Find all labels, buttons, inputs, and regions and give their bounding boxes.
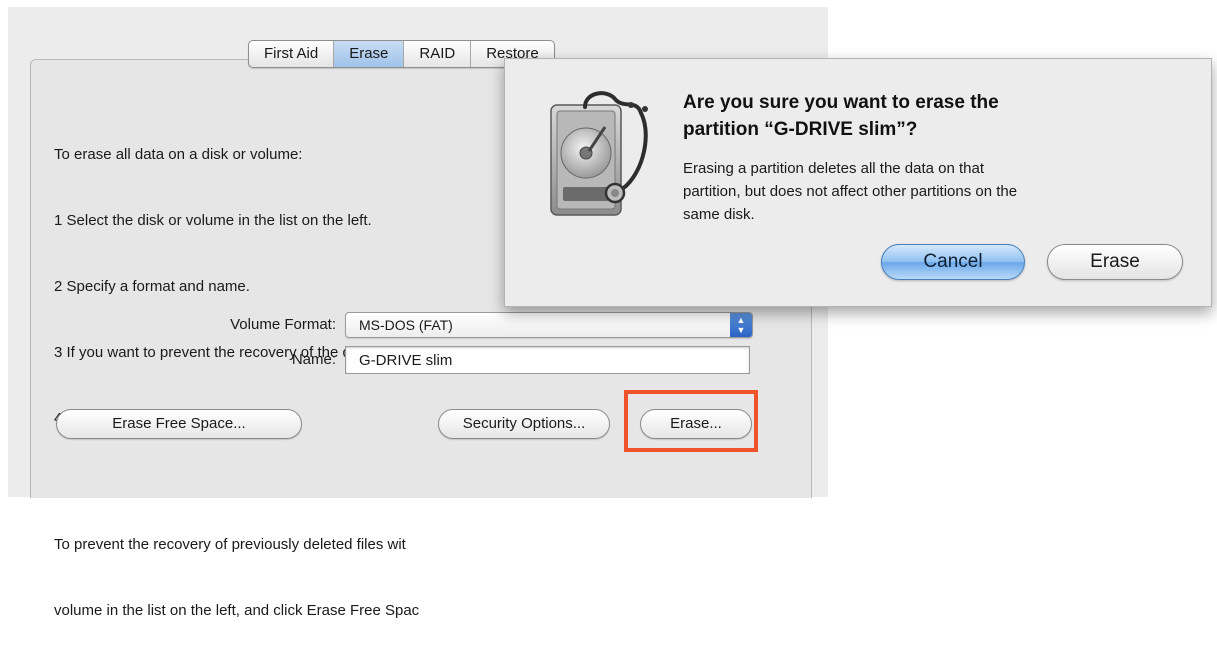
volume-format-select[interactable]: MS-DOS (FAT) ▲ ▼ (345, 312, 753, 338)
alert-message-line: Erasing a partition deletes all the data… (683, 160, 985, 177)
alert-message-line: partition, but does not affect other par… (683, 183, 1018, 200)
name-field[interactable]: G-DRIVE slim (345, 346, 750, 374)
instruction-line: To prevent the recovery of previously de… (54, 536, 406, 553)
alert-title-line: Are you sure you want to erase the (683, 92, 999, 113)
confirm-erase-button[interactable]: Erase (1047, 244, 1183, 280)
tab-raid[interactable]: RAID (404, 41, 472, 67)
instruction-line: 1 Select the disk or volume in the list … (54, 212, 372, 229)
volume-format-value: MS-DOS (FAT) (359, 317, 453, 333)
instruction-line: To erase all data on a disk or volume: (54, 146, 303, 163)
erase-free-space-button[interactable]: Erase Free Space... (56, 409, 302, 439)
name-label: Name: (291, 351, 336, 368)
volume-format-label: Volume Format: (230, 316, 336, 333)
erase-button-highlight (624, 390, 758, 452)
security-options-button[interactable]: Security Options... (438, 409, 610, 439)
cancel-button[interactable]: Cancel (881, 244, 1025, 280)
tab-first-aid[interactable]: First Aid (249, 41, 335, 67)
select-arrows-icon: ▲ ▼ (730, 313, 752, 337)
instruction-line: volume in the list on the left, and clic… (54, 602, 420, 619)
alert-title: Are you sure you want to erase the parti… (683, 89, 1183, 143)
erase-instructions: To erase all data on a disk or volume: 1… (54, 100, 419, 666)
alert-message: Erasing a partition deletes all the data… (683, 157, 1183, 226)
alert-title-line: partition “G-DRIVE slim”? (683, 119, 918, 140)
instruction-line: 2 Specify a format and name. (54, 278, 250, 295)
alert-message-line: same disk. (683, 206, 755, 223)
disk-utility-icon (545, 87, 665, 227)
tab-erase[interactable]: Erase (334, 41, 405, 67)
erase-confirmation-alert: Are you sure you want to erase the parti… (504, 58, 1212, 307)
